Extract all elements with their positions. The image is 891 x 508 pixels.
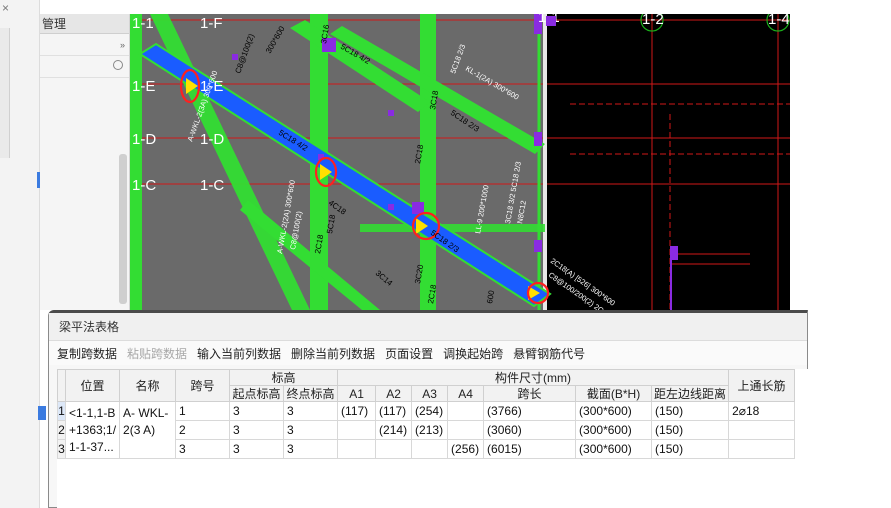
header-elevation-group: 标高 bbox=[229, 369, 339, 386]
cell-section[interactable]: (300*600) bbox=[575, 439, 653, 459]
beam-table: 位置 名称 跨号 标高 构件尺寸(mm) 上通长筋 起点标高 终点标高 A1 A… bbox=[57, 369, 796, 459]
search-icon[interactable] bbox=[113, 60, 123, 70]
cell-section[interactable]: (300*600) bbox=[575, 401, 653, 421]
cell-edge-distance[interactable]: (150) bbox=[651, 420, 730, 440]
cell-a1[interactable]: (117) bbox=[337, 401, 377, 421]
header-top-rebar[interactable]: 上通长筋 bbox=[728, 369, 796, 402]
header-edge-distance[interactable]: 距左边线距离 bbox=[651, 385, 730, 402]
grid-label-top-2: 1-F bbox=[200, 15, 223, 32]
cell-a1[interactable] bbox=[337, 420, 377, 440]
dialog-title: 梁平法表格 bbox=[49, 313, 807, 341]
close-icon[interactable]: × bbox=[2, 2, 14, 14]
beam-table-grid[interactable]: 位置 名称 跨号 标高 构件尺寸(mm) 上通长筋 起点标高 终点标高 A1 A… bbox=[57, 369, 809, 508]
cell-top-rebar[interactable] bbox=[728, 420, 796, 440]
cell-start-elev[interactable]: 3 bbox=[229, 420, 285, 440]
copy-span-data-button[interactable]: 复制跨数据 bbox=[57, 345, 117, 362]
cell-top-rebar[interactable]: 2⌀18 bbox=[728, 401, 796, 421]
cell-span[interactable]: 2 bbox=[175, 420, 231, 440]
dialog-toolbar: 复制跨数据 粘贴跨数据 输入当前列数据 删除当前列数据 页面设置 调换起始跨 悬… bbox=[49, 341, 807, 365]
swap-start-span-button[interactable]: 调换起始跨 bbox=[443, 345, 503, 362]
cell-span-length[interactable]: (3766) bbox=[483, 401, 577, 421]
cell-a2[interactable]: (214) bbox=[375, 420, 413, 440]
header-a3[interactable]: A3 bbox=[411, 385, 449, 402]
row-number[interactable]: 2 bbox=[57, 420, 66, 440]
delete-column-data-button[interactable]: 删除当前列数据 bbox=[291, 345, 375, 362]
cell-a2[interactable] bbox=[375, 439, 413, 459]
cell-a4[interactable] bbox=[447, 420, 485, 440]
page-setup-button[interactable]: 页面设置 bbox=[385, 345, 433, 362]
cad-drawing: 1-1 1-F 1-1 1-2 1-4 1-E 1-D 1-C 1-E 1-D … bbox=[130, 14, 790, 310]
cell-end-elev[interactable]: 3 bbox=[283, 401, 339, 421]
header-section[interactable]: 截面(B*H) bbox=[575, 385, 653, 402]
cell-a3[interactable]: (254) bbox=[411, 401, 449, 421]
svg-text:1-D: 1-D bbox=[200, 131, 224, 148]
cell-start-elev[interactable]: 3 bbox=[229, 439, 285, 459]
rownum-header bbox=[57, 369, 66, 402]
cell-a3[interactable] bbox=[411, 439, 449, 459]
dock-tab[interactable] bbox=[0, 28, 10, 158]
cell-end-elev[interactable]: 3 bbox=[283, 420, 339, 440]
cell-span[interactable]: 3 bbox=[175, 439, 231, 459]
svg-text:1-D: 1-D bbox=[132, 131, 156, 148]
svg-text:1-4: 1-4 bbox=[768, 14, 790, 28]
header-position[interactable]: 位置 bbox=[64, 369, 121, 402]
beam-table-dialog: 梁平法表格 复制跨数据 粘贴跨数据 输入当前列数据 删除当前列数据 页面设置 调… bbox=[48, 310, 809, 508]
row-selection-marker bbox=[38, 406, 46, 420]
cell-edge-distance[interactable]: (150) bbox=[651, 401, 730, 421]
svg-text:1-2: 1-2 bbox=[642, 14, 664, 28]
panel-row[interactable]: » bbox=[40, 34, 129, 56]
table-row[interactable]: 1 <1-1,1-B +1363;1/ 1-1-37... A- WKL-2(3… bbox=[57, 401, 796, 459]
cantilever-rebar-code-button[interactable]: 悬臂钢筋代号 bbox=[513, 345, 585, 362]
header-end-elev[interactable]: 终点标高 bbox=[283, 385, 339, 402]
grid-label-top-1: 1-1 bbox=[132, 15, 154, 32]
cell-a4[interactable]: (256) bbox=[447, 439, 485, 459]
attribute-panel: 管理 » bbox=[40, 14, 130, 310]
app-window: × 管理 » 1-1 1-F 1-2 1-4 1-E 1-D 1-C 1-E 1… bbox=[0, 0, 891, 508]
cell-position[interactable]: <1-1,1-B +1363;1/ 1-1-37... bbox=[64, 401, 121, 459]
header-size-group: 构件尺寸(mm) bbox=[337, 369, 730, 386]
cell-start-elev[interactable]: 3 bbox=[229, 401, 285, 421]
header-span[interactable]: 跨号 bbox=[175, 369, 231, 402]
header-start-elev[interactable]: 起点标高 bbox=[229, 385, 285, 402]
panel-search[interactable] bbox=[40, 56, 129, 78]
cell-end-elev[interactable]: 3 bbox=[283, 439, 339, 459]
cell-top-rebar[interactable] bbox=[728, 439, 796, 459]
header-span-length[interactable]: 跨长 bbox=[483, 385, 577, 402]
svg-text:1-C: 1-C bbox=[132, 177, 156, 194]
cell-span[interactable]: 1 bbox=[175, 401, 231, 421]
row-number[interactable]: 1 bbox=[57, 401, 66, 421]
header-a1[interactable]: A1 bbox=[337, 385, 377, 402]
cell-edge-distance[interactable]: (150) bbox=[651, 439, 730, 459]
cell-section[interactable]: (300*600) bbox=[575, 420, 653, 440]
row-number[interactable]: 3 bbox=[57, 439, 66, 459]
svg-text:1-C: 1-C bbox=[200, 177, 224, 194]
input-column-data-button[interactable]: 输入当前列数据 bbox=[197, 345, 281, 362]
cell-name[interactable]: A- WKL-2(3 A) bbox=[119, 401, 177, 459]
header-a4[interactable]: A4 bbox=[447, 385, 485, 402]
cell-a4[interactable] bbox=[447, 401, 485, 421]
left-dock: × bbox=[0, 0, 46, 508]
cell-a1[interactable] bbox=[337, 439, 377, 459]
header-name[interactable]: 名称 bbox=[119, 369, 177, 402]
cell-span-length[interactable]: (3060) bbox=[483, 420, 577, 440]
cell-a3[interactable]: (213) bbox=[411, 420, 449, 440]
cell-span-length[interactable]: (6015) bbox=[483, 439, 577, 459]
expand-icon[interactable]: » bbox=[120, 34, 125, 56]
svg-text:1-E: 1-E bbox=[132, 78, 155, 95]
panel-title: 管理 bbox=[40, 14, 129, 34]
panel-scrollbar[interactable] bbox=[119, 154, 127, 304]
header-a2[interactable]: A2 bbox=[375, 385, 413, 402]
cad-canvas[interactable]: 1-1 1-F 1-1 1-2 1-4 1-E 1-D 1-C 1-E 1-D … bbox=[130, 14, 790, 310]
paste-span-data-button[interactable]: 粘贴跨数据 bbox=[127, 345, 187, 362]
cell-a2[interactable]: (117) bbox=[375, 401, 413, 421]
